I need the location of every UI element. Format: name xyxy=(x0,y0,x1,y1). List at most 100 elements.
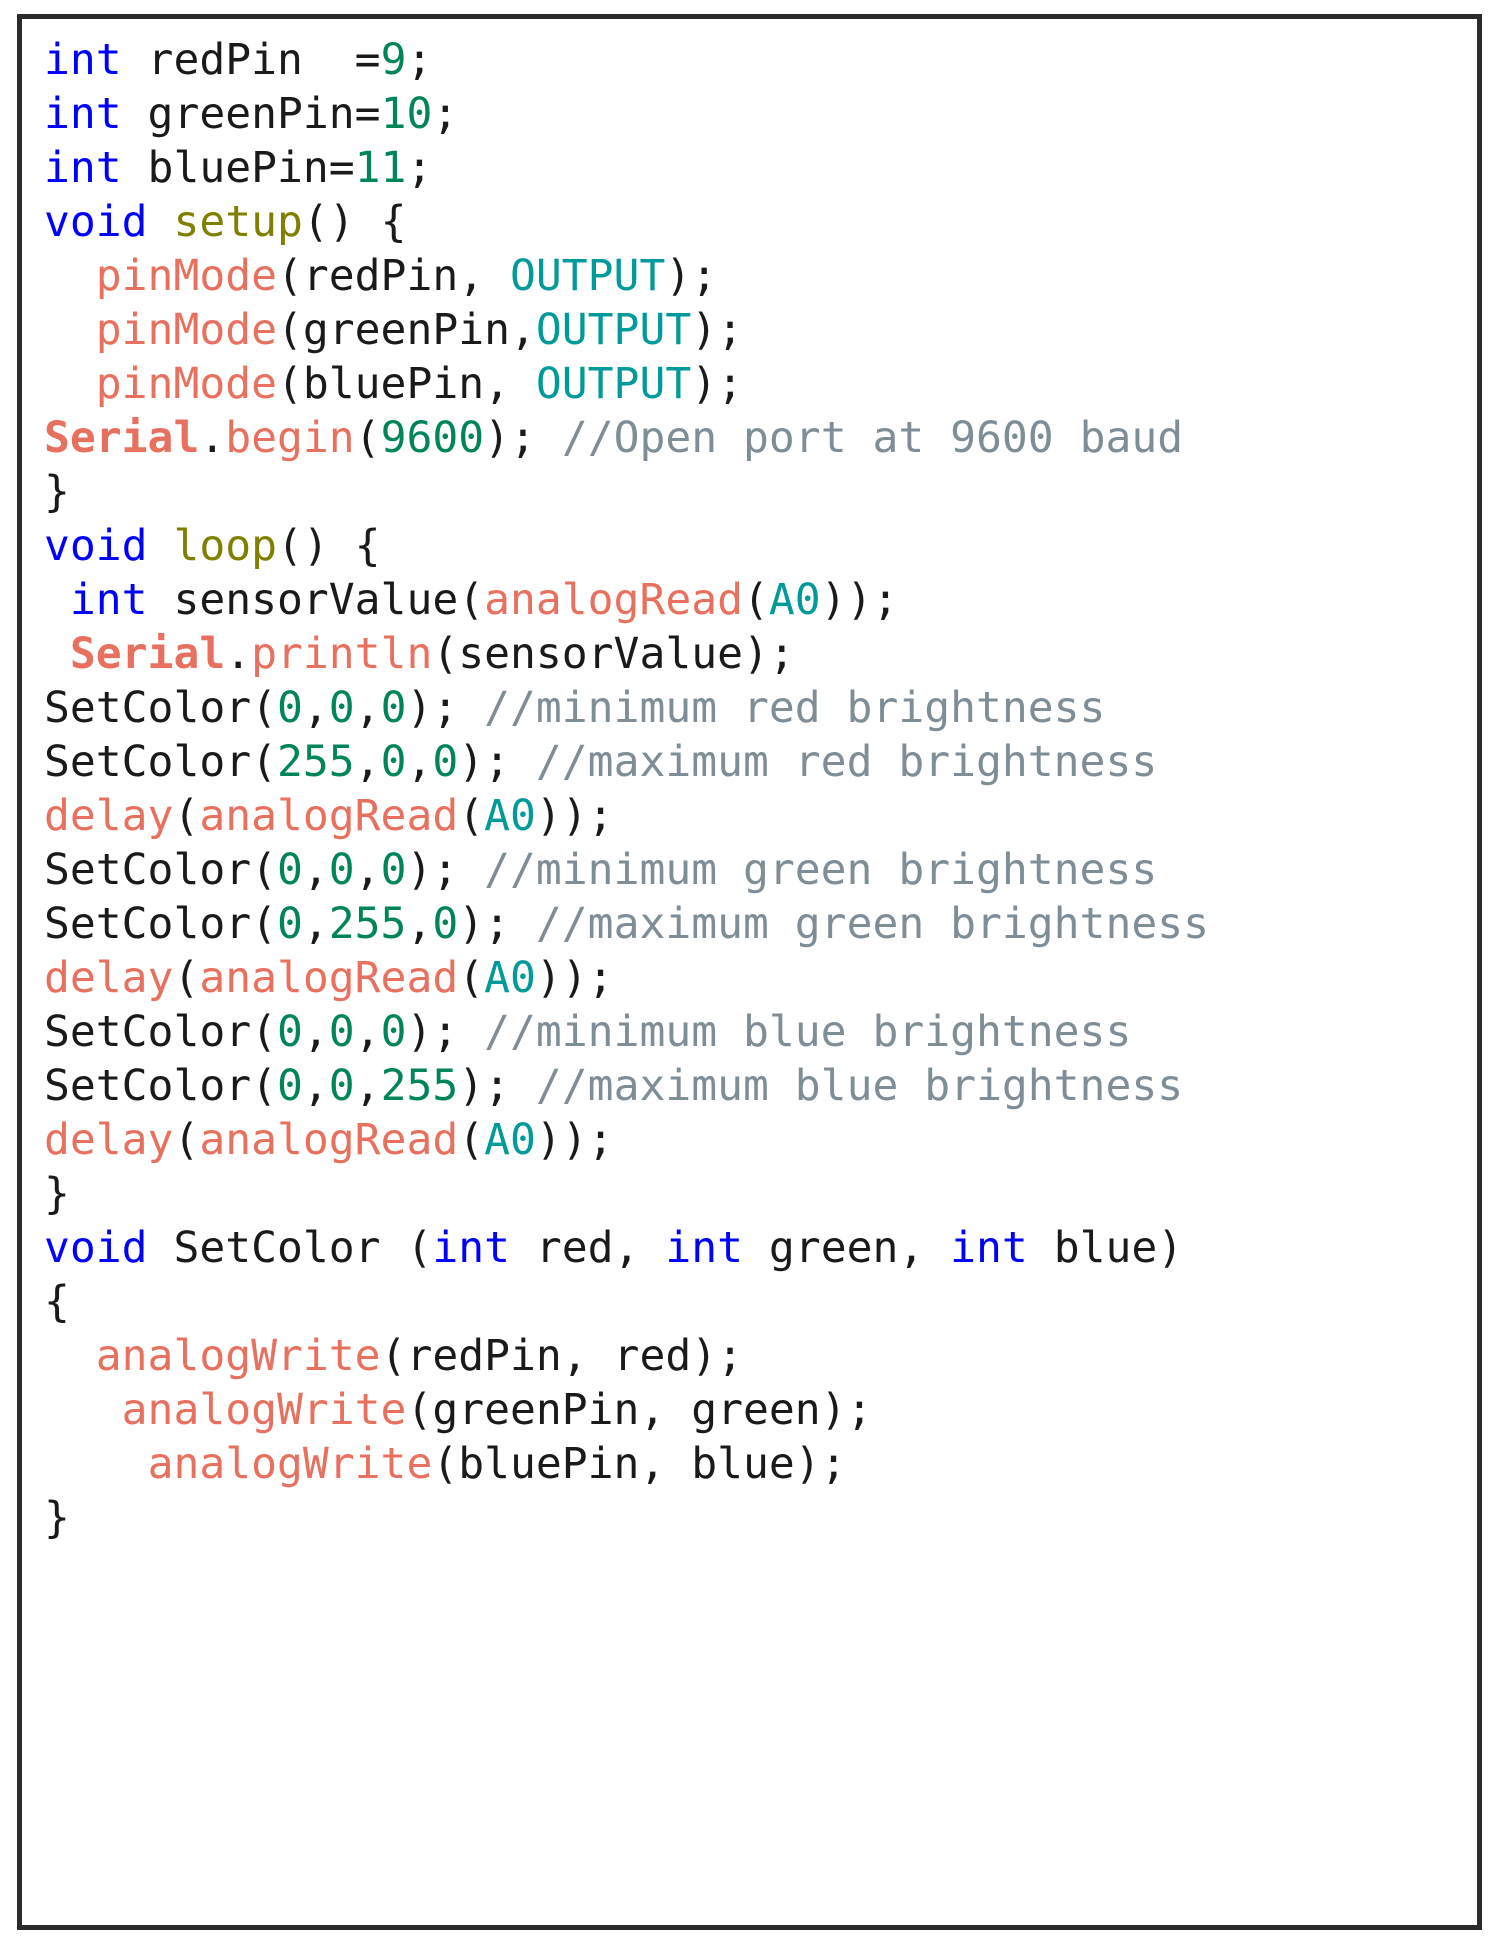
code-token: analogRead xyxy=(199,953,459,1003)
code-token: } xyxy=(44,467,70,517)
code-token: 0 xyxy=(380,683,407,733)
code-token: )); xyxy=(535,953,614,1003)
code-token: 0 xyxy=(328,683,355,733)
code-token: , xyxy=(354,737,381,787)
code-token: void xyxy=(44,197,148,247)
code-line: analogWrite(bluePin, blue); xyxy=(44,1437,1477,1491)
code-token: , xyxy=(354,1007,381,1057)
code-token: ( xyxy=(173,953,200,1003)
code-line: delay(analogRead(A0)); xyxy=(44,789,1477,843)
code-token: )); xyxy=(535,1115,614,1165)
code-token: int xyxy=(44,89,122,139)
code-token: ); xyxy=(484,413,562,463)
code-token: OUTPUT xyxy=(535,359,692,409)
code-line: pinMode(greenPin,OUTPUT); xyxy=(44,303,1477,357)
code-line: analogWrite(greenPin, green); xyxy=(44,1383,1477,1437)
code-token: loop xyxy=(173,521,278,571)
code-token: ); xyxy=(406,845,485,895)
code-token: SetColor( xyxy=(44,845,277,895)
code-token: 0 xyxy=(328,845,355,895)
code-token: int xyxy=(665,1223,744,1273)
code-token: ); xyxy=(458,899,536,949)
code-token: analogRead xyxy=(199,791,459,841)
code-token: 0 xyxy=(328,1061,355,1111)
code-token: void xyxy=(44,1223,148,1273)
code-line: SetColor(0,255,0); //maximum green brigh… xyxy=(44,897,1477,951)
code-token: A0 xyxy=(484,1115,536,1165)
code-token: //minimum green brightness xyxy=(484,845,1158,895)
code-token: 0 xyxy=(277,683,303,733)
code-token: ; xyxy=(406,35,433,85)
code-token: () { xyxy=(302,197,407,247)
code-token: blue) xyxy=(1027,1223,1184,1273)
code-token: , xyxy=(302,845,329,895)
code-token: , xyxy=(302,1007,329,1057)
code-token: int xyxy=(69,575,148,625)
code-token: (bluePin, blue); xyxy=(432,1439,847,1489)
code-token: analogRead xyxy=(199,1115,459,1165)
code-token: void xyxy=(44,521,148,571)
code-token: green, xyxy=(743,1223,951,1273)
code-line: Serial.println(sensorValue); xyxy=(44,627,1477,681)
code-token: )); xyxy=(535,791,614,841)
code-token: pinMode xyxy=(95,359,277,409)
code-token: //minimum blue brightness xyxy=(484,1007,1132,1057)
code-token: OUTPUT xyxy=(535,305,692,355)
code-token: redPin = xyxy=(121,35,381,85)
code-token: (greenPin, green); xyxy=(406,1385,873,1435)
code-token: 0 xyxy=(277,1007,303,1057)
code-token: . xyxy=(199,413,226,463)
code-token: 255 xyxy=(380,1061,459,1111)
code-token: 0 xyxy=(277,1061,303,1111)
code-token: println xyxy=(251,629,433,679)
code-token: () { xyxy=(277,521,381,571)
code-token: 0 xyxy=(277,899,303,949)
code-token: setup xyxy=(173,197,303,247)
code-token: ); xyxy=(665,251,718,301)
code-token: SetColor( xyxy=(44,1007,277,1057)
code-token: . xyxy=(225,629,252,679)
code-token: A0 xyxy=(484,953,536,1003)
code-line: SetColor(0,0,0); //minimum green brightn… xyxy=(44,843,1477,897)
code-token: red, xyxy=(510,1223,666,1273)
code-token: analogRead xyxy=(484,575,743,625)
code-line: { xyxy=(44,1275,1477,1329)
code-line: SetColor(0,0,255); //maximum blue bright… xyxy=(44,1059,1477,1113)
code-token: //maximum red brightness xyxy=(535,737,1158,787)
code-token: ); xyxy=(691,359,744,409)
code-token: , xyxy=(302,683,329,733)
code-token: , xyxy=(406,737,433,787)
code-token: int xyxy=(44,35,122,85)
code-token: (redPin, xyxy=(277,251,510,301)
code-line: pinMode(bluePin, OUTPUT); xyxy=(44,357,1477,411)
code-token: (greenPin, xyxy=(277,305,536,355)
code-token: A0 xyxy=(484,791,536,841)
code-token: ( xyxy=(173,791,200,841)
code-line: int bluePin=11; xyxy=(44,141,1477,195)
code-token: 0 xyxy=(380,737,407,787)
code-token: 10 xyxy=(380,89,433,139)
code-token: 0 xyxy=(277,845,303,895)
code-line: } xyxy=(44,465,1477,519)
code-token: int xyxy=(44,143,122,193)
code-token: analogWrite xyxy=(95,1331,381,1381)
code-listing[interactable]: int redPin =9; int greenPin=10; int bluePi… xyxy=(22,19,1477,1545)
code-line: void setup() { xyxy=(44,195,1477,249)
code-token: } xyxy=(44,1493,70,1543)
code-line: delay(analogRead(A0)); xyxy=(44,951,1477,1005)
code-token: int xyxy=(950,1223,1028,1273)
code-token: SetColor( xyxy=(44,1061,277,1111)
code-token: ( xyxy=(354,413,381,463)
code-token: Serial xyxy=(69,629,226,679)
code-token: , xyxy=(354,1061,381,1111)
code-token: begin xyxy=(225,413,355,463)
code-line: } xyxy=(44,1491,1477,1545)
code-token: , xyxy=(302,899,329,949)
